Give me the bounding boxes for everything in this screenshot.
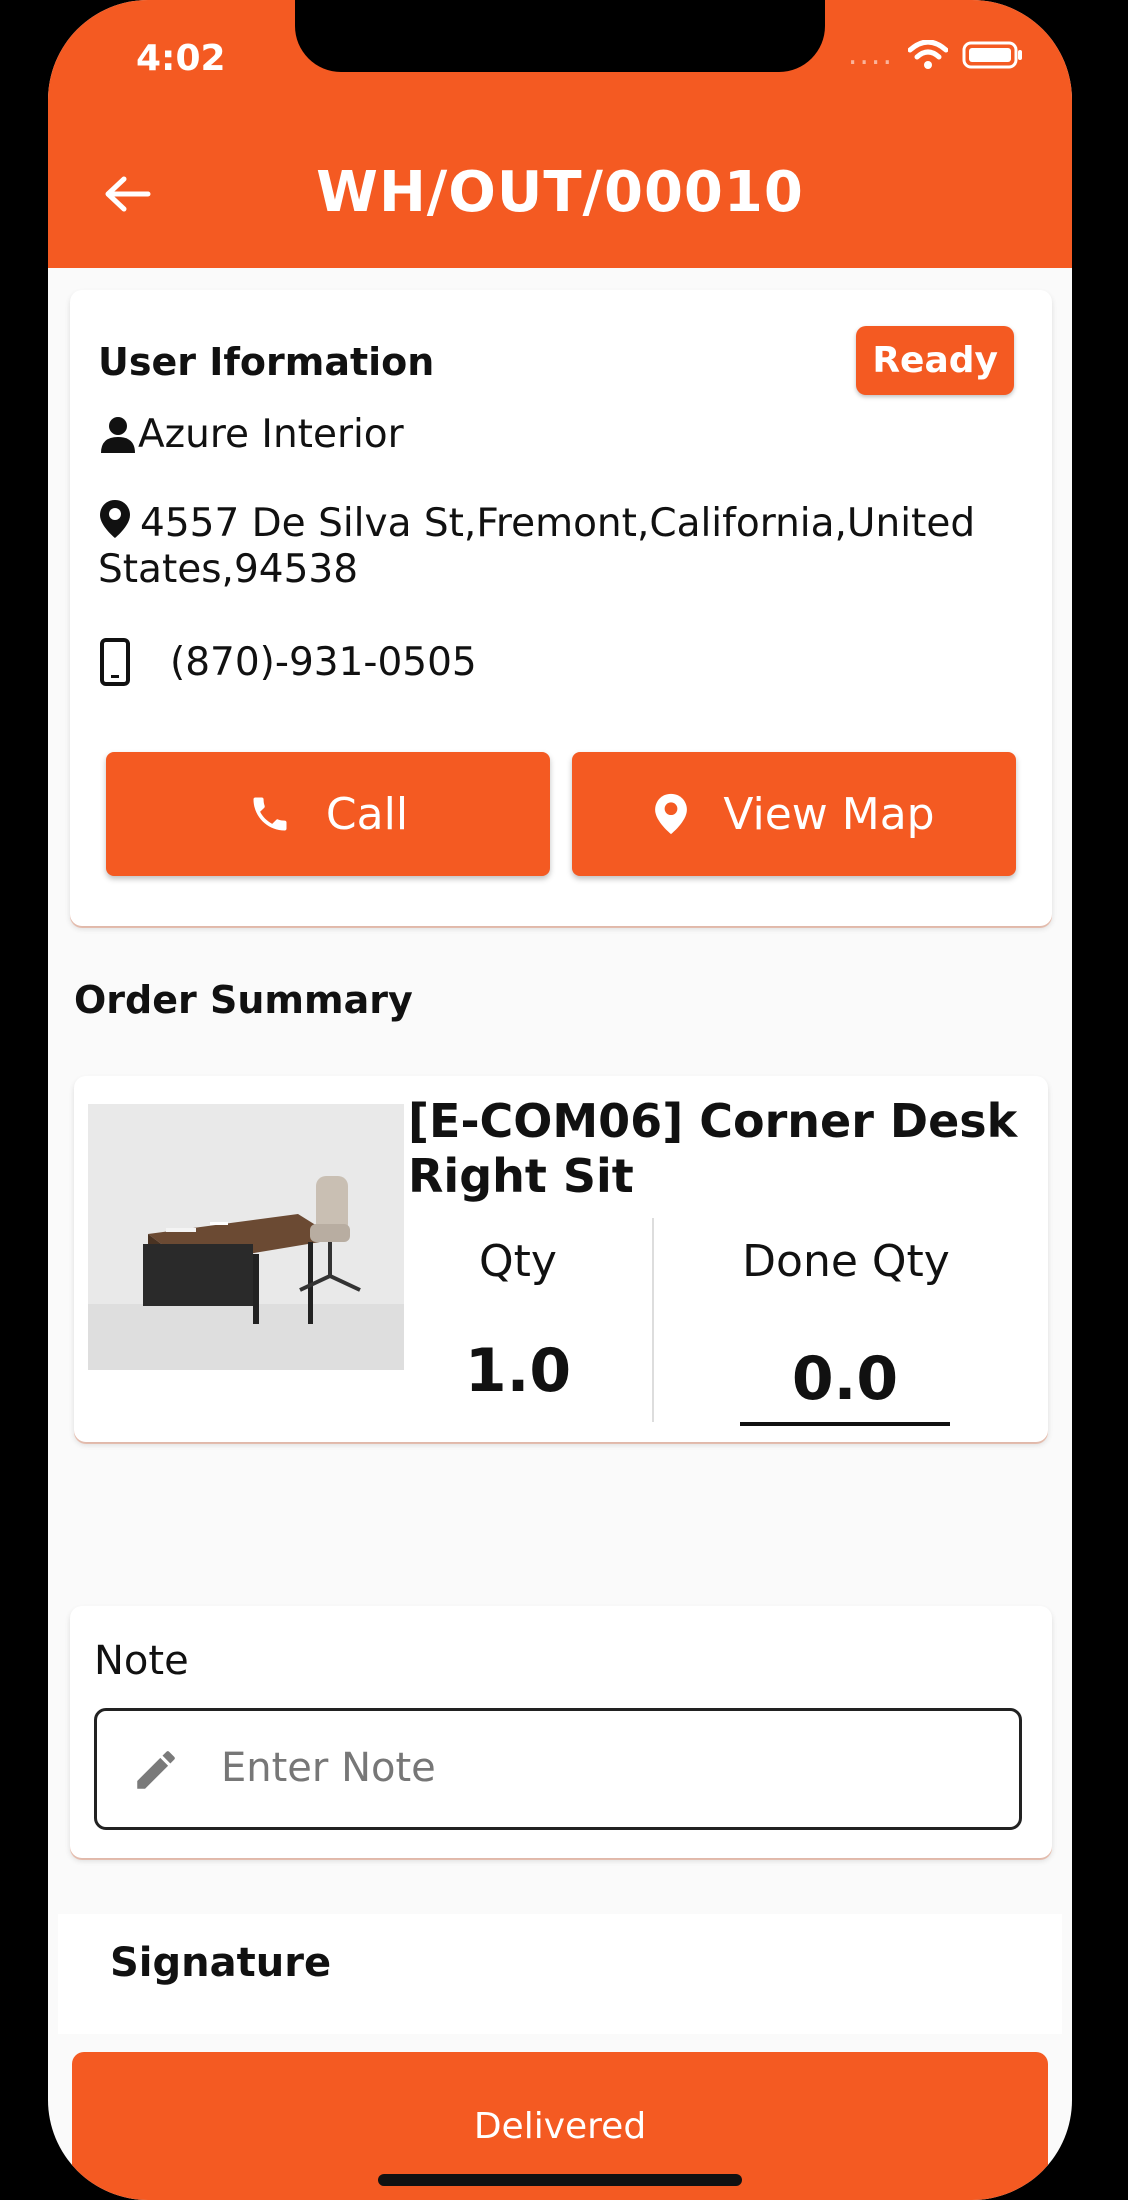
order-summary-title: Order Summary [74, 978, 413, 1022]
battery-icon [962, 41, 1022, 69]
mobile-phone-icon [100, 638, 130, 686]
order-item-card: [E-COM06] Corner Desk Right Sit Qty 1.0 … [74, 1076, 1048, 1442]
phone-screen: 4:02 .... WH/OUT/00010 User Iformation R… [48, 0, 1072, 2200]
qty-divider [652, 1218, 654, 1422]
qty-value: 1.0 [464, 1336, 572, 1406]
pencil-icon [137, 1751, 175, 1789]
note-label: Note [94, 1638, 189, 1684]
phone-icon [253, 797, 287, 831]
phone-row: (870)-931-0505 [98, 638, 477, 686]
call-label: Call [325, 788, 409, 840]
product-name: [E-COM06] Corner Desk Right Sit [408, 1094, 1018, 1203]
note-card: Note Enter Note [70, 1606, 1052, 1858]
signature-title: Signature [110, 1940, 332, 1986]
user-info-title: User Iformation [98, 340, 435, 384]
location-pin-icon [655, 793, 688, 835]
delivered-label: Delivered [473, 2105, 647, 2147]
done-qty-label: Done Qty [742, 1236, 950, 1287]
home-indicator [378, 2174, 742, 2186]
status-time: 4:02 [136, 38, 226, 79]
status-badge: Ready [856, 326, 1014, 395]
status-icons: .... [848, 40, 1024, 70]
wifi-icon [908, 40, 948, 69]
note-placeholder: Enter Note [221, 1745, 436, 1791]
address-row: 4557 De Silva St,Fremont,California,Unit… [98, 498, 1018, 593]
address-text: 4557 De Silva St,Fremont,California,Unit… [98, 501, 976, 592]
call-button[interactable]: Call [106, 752, 550, 876]
view-map-button[interactable]: View Map [572, 752, 1016, 876]
app-header: 4:02 .... WH/OUT/00010 [48, 0, 1072, 268]
person-icon [101, 416, 135, 453]
signal-icon: .... [847, 37, 894, 72]
location-pin-icon [100, 500, 130, 538]
qty-label: Qty [479, 1236, 557, 1287]
done-qty-input[interactable]: 0.0 [740, 1344, 950, 1414]
page-title: WH/OUT/00010 [316, 160, 804, 225]
user-information-card: User Iformation Ready Azure Interior 455… [70, 290, 1052, 926]
view-map-label: View Map [723, 788, 935, 840]
device-notch [295, 0, 825, 72]
note-input[interactable]: Enter Note [94, 1708, 1022, 1830]
customer-name-row: Azure Interior [98, 412, 404, 457]
product-image [88, 1104, 404, 1370]
customer-name: Azure Interior [138, 412, 404, 457]
done-qty-underline [740, 1422, 950, 1426]
signature-section[interactable]: Signature [58, 1914, 1062, 2034]
phone-number: (870)-931-0505 [170, 639, 477, 685]
